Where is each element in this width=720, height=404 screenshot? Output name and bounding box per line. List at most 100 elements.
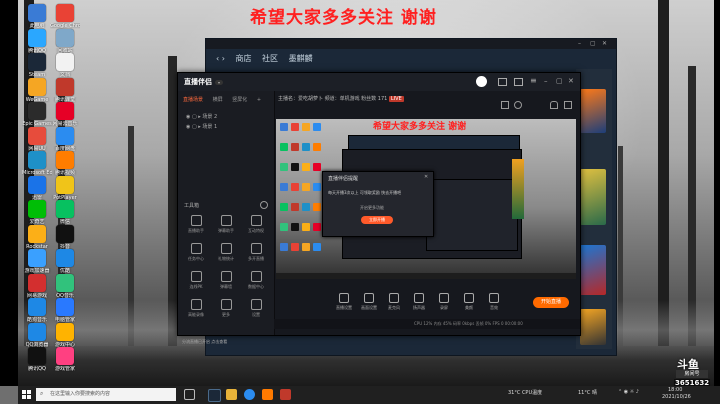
- start-live-button[interactable]: 开始直播: [533, 297, 569, 308]
- clock-time[interactable]: 18:00: [668, 387, 682, 393]
- app-titlebar[interactable]: 直播伴侣 ▾ ≡ – ▢ ✕: [178, 73, 580, 91]
- steam-nav-profile[interactable]: 墨麒麟: [289, 54, 313, 63]
- desktop-icon[interactable]: WeGame: [22, 77, 52, 103]
- streamer-app-window[interactable]: 直播伴侣 ▾ ≡ – ▢ ✕ 直播场景 横屏 竖屏化 + ◉ ▢ ▸ 场景 2 ◉…: [177, 72, 581, 344]
- maximize-icon[interactable]: ▢: [590, 40, 596, 47]
- desktop-icon[interactable]: 抖音: [50, 224, 80, 250]
- desktop-icon[interactable]: 回收站: [50, 28, 80, 54]
- desktop-icon[interactable]: 电脑管家: [50, 298, 80, 323]
- desktop-icon[interactable]: 游戏加速器: [22, 249, 52, 274]
- message-icon[interactable]: [498, 78, 507, 86]
- desktop-icon[interactable]: 优酷: [50, 249, 80, 274]
- bottom-tool[interactable]: 画面设置: [357, 293, 381, 311]
- dialog-link[interactable]: 开启更多功能: [360, 205, 384, 211]
- bottom-tool[interactable]: 录屏: [432, 293, 456, 311]
- tab-portrait[interactable]: 竖屏化: [232, 97, 247, 103]
- mail-icon[interactable]: [514, 78, 523, 86]
- scene-item[interactable]: ◉ ▢ ▸ 场景 2: [186, 113, 217, 120]
- desktop-icon[interactable]: 腾讯QQ: [22, 347, 52, 372]
- toolbox-item[interactable]: 任务中心: [182, 243, 210, 262]
- toolbox-item[interactable]: 多开直播: [242, 243, 270, 262]
- toolbox-item[interactable]: 连线PK: [182, 271, 210, 290]
- eye-icon[interactable]: ◉: [186, 114, 190, 120]
- task-view-icon[interactable]: [184, 389, 195, 400]
- settings-icon[interactable]: [514, 101, 522, 109]
- desktop-icon[interactable]: 文档: [50, 53, 80, 78]
- game-thumbnail[interactable]: [580, 89, 606, 133]
- minimize-icon[interactable]: –: [544, 77, 548, 85]
- desktop-icon[interactable]: Steam: [22, 53, 52, 78]
- desktop-icon[interactable]: PotPlayer: [50, 175, 80, 201]
- tray-icons[interactable]: ⌃ ◉ ☼ ♪: [618, 389, 639, 395]
- eye-icon[interactable]: ◉: [186, 124, 190, 130]
- game-thumbnail[interactable]: [580, 309, 606, 345]
- bottom-tool[interactable]: 音效: [482, 293, 506, 311]
- bottom-tool[interactable]: 直播设置: [332, 293, 356, 311]
- bottom-tool[interactable]: 扬声器: [407, 293, 431, 311]
- desktop-icon[interactable]: 游戏中心: [50, 322, 80, 348]
- desktop-icon[interactable]: QQ音乐: [50, 273, 80, 299]
- desktop-icon[interactable]: 此电脑: [22, 4, 52, 29]
- toolbox-item[interactable]: 高能录像: [182, 299, 210, 318]
- folder-taskbar-icon[interactable]: [226, 389, 237, 400]
- avatar[interactable]: [476, 76, 487, 87]
- app-taskbar-icon[interactable]: [280, 389, 291, 400]
- toolbox-item[interactable]: 弹幕助手: [212, 215, 240, 234]
- toolbox-item[interactable]: 直播助手: [182, 215, 210, 234]
- desktop-icon[interactable]: QQ浏览器: [22, 322, 52, 348]
- desktop-icon[interactable]: 微信: [50, 200, 80, 225]
- sidebar-status[interactable]: 分流直播已开启 点击查看: [182, 339, 227, 345]
- desktop-icon[interactable]: 腾讯QQ: [22, 28, 52, 54]
- share-icon[interactable]: [564, 101, 572, 109]
- weather[interactable]: 11°C 晴: [578, 389, 597, 396]
- desktop-icon[interactable]: Google Chrome: [50, 4, 80, 29]
- desktop-icon[interactable]: 迅雷: [22, 175, 52, 201]
- start-live-dialog-button[interactable]: 立即开播: [361, 216, 393, 224]
- close-icon[interactable]: ✕: [424, 174, 428, 180]
- desktop-icon[interactable]: 网易游戏: [22, 273, 52, 299]
- desktop-icon[interactable]: 酷狗音乐: [22, 298, 52, 323]
- toolbox-item[interactable]: 礼物统计: [212, 243, 240, 262]
- reminder-dialog[interactable]: 直播伴侣提醒 ✕ 每天开播3次以上 可领取奖励 快去开播吧 开启更多功能 立即开…: [322, 171, 434, 237]
- game-thumbnail[interactable]: [580, 245, 606, 295]
- toolbox-item[interactable]: 数据中心: [242, 271, 270, 290]
- steam-titlebar[interactable]: – ▢ ✕: [206, 39, 616, 49]
- douyu-taskbar-icon[interactable]: [262, 389, 273, 400]
- menu-icon[interactable]: ≡: [530, 76, 537, 85]
- steam-taskbar-icon[interactable]: [208, 389, 221, 402]
- browser-taskbar-icon[interactable]: [244, 389, 255, 400]
- desktop-icon[interactable]: 网易云音乐: [50, 102, 80, 127]
- windows-start-icon[interactable]: [22, 390, 31, 399]
- close-icon[interactable]: ✕: [602, 40, 607, 47]
- toolbox-item[interactable]: 设置: [242, 299, 270, 318]
- clock-date[interactable]: 2021/10/26: [662, 394, 691, 400]
- scene-item[interactable]: ◉ ▢ ▸ 场景 1: [186, 123, 217, 130]
- desktop-icon[interactable]: 腾讯课堂: [50, 77, 80, 103]
- taskbar-search-input[interactable]: 在这里输入你要搜索的内容: [36, 388, 176, 401]
- minimize-icon[interactable]: –: [578, 40, 581, 47]
- toolbox-item[interactable]: 互动特权: [242, 215, 270, 234]
- steam-nav-community[interactable]: 社区: [262, 54, 278, 63]
- desktop-icon[interactable]: 百度网盘: [50, 126, 80, 152]
- desktop-icon[interactable]: Epic Games: [22, 102, 52, 127]
- toolbox-settings-icon[interactable]: [260, 201, 268, 209]
- steam-nav-store[interactable]: 商店: [236, 54, 252, 63]
- game-thumbnail[interactable]: [580, 169, 606, 225]
- desktop-icon[interactable]: 网易UU: [22, 126, 52, 152]
- bottom-tool[interactable]: 美颜: [457, 293, 481, 311]
- desktop-icon[interactable]: 游戏管家: [50, 347, 80, 372]
- toolbox-item[interactable]: 弹幕墙: [212, 271, 240, 290]
- add-scene-icon[interactable]: +: [257, 97, 261, 103]
- toolbox-item[interactable]: 更多: [212, 299, 240, 318]
- tab-scene[interactable]: 直播场景: [183, 97, 203, 103]
- edit-icon[interactable]: [501, 101, 509, 109]
- desktop-icon[interactable]: 腾讯视频: [50, 151, 80, 176]
- desktop-icon[interactable]: 爱奇艺: [22, 200, 52, 225]
- close-icon[interactable]: ✕: [568, 77, 574, 85]
- steam-nav-back-icon[interactable]: ‹ ›: [216, 54, 225, 63]
- desktop-icon[interactable]: Rockstar: [22, 224, 52, 250]
- desktop-icon[interactable]: Microsoft Edge: [22, 151, 52, 176]
- bottom-tool[interactable]: 麦克风: [382, 293, 406, 311]
- bell-icon[interactable]: [550, 101, 558, 109]
- maximize-icon[interactable]: ▢: [556, 77, 563, 85]
